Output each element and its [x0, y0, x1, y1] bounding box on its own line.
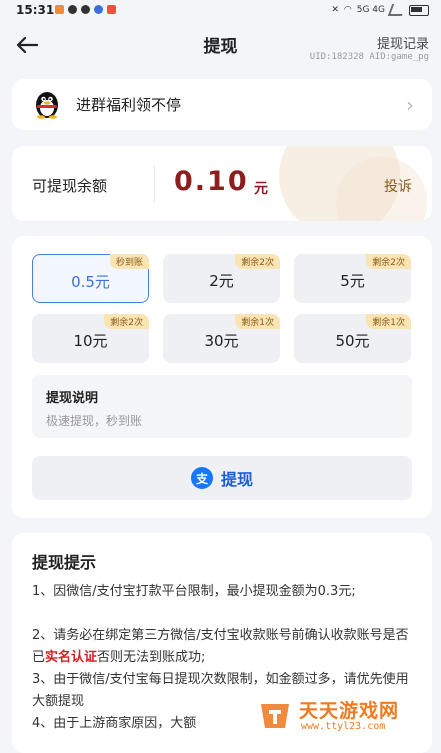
- option-amount: 2元: [209, 272, 234, 290]
- option-amount: 30元: [204, 332, 239, 350]
- divider: [154, 166, 155, 202]
- withdraw-button[interactable]: 支 提现: [32, 456, 412, 500]
- tip-item: 1、因微信/支付宝打款平台限制，最小提现金额为0.3元;: [32, 584, 356, 599]
- explain-desc: 极速提现，秒到账: [46, 414, 143, 428]
- amount-option-30[interactable]: 剩余1次 30元: [163, 314, 280, 363]
- notification-icons: [55, 5, 116, 14]
- watermark-url: www.ttyl23.com: [301, 721, 386, 732]
- wifi-icon: ◠: [343, 5, 352, 15]
- balance-label: 可提现余额: [32, 177, 108, 195]
- balance-card: 可提现余额 0.10 元 投诉: [12, 146, 432, 221]
- balance-amount: 0.10: [174, 166, 249, 197]
- balance-unit: 元: [254, 181, 268, 197]
- uid-label: UID:182328 AID:game_pg: [309, 52, 429, 62]
- amount-option-5[interactable]: 剩余2次 5元: [294, 254, 411, 303]
- tip-highlight: 实名认证: [45, 650, 98, 665]
- qq-penguin-icon: [36, 92, 58, 119]
- chat-icon: [81, 5, 90, 14]
- amount-option-2[interactable]: 剩余2次 2元: [163, 254, 280, 303]
- bell-icon: [68, 5, 77, 14]
- complaint-link[interactable]: 投诉: [384, 176, 412, 196]
- signal-icon: [387, 4, 407, 16]
- option-amount: 5元: [340, 272, 365, 290]
- group-banner-text: 进群福利领不停: [76, 96, 182, 114]
- option-amount: 50元: [335, 332, 370, 350]
- withdraw-explanation: 提现说明 极速提现，秒到账: [32, 375, 412, 438]
- amount-option-10[interactable]: 剩余2次 10元: [32, 314, 149, 363]
- status-time: 15:31: [16, 3, 55, 17]
- mute-icon: ✕: [331, 5, 339, 15]
- battery-icon: [409, 4, 429, 16]
- option-tag: 剩余2次: [104, 314, 149, 329]
- site-watermark: 天天游戏网 www.ttyl23.com: [257, 690, 441, 742]
- mail-icon: [107, 5, 116, 14]
- network-label: 5G 4G: [356, 5, 385, 15]
- status-bar: 15:31 ✕ ◠ 5G 4G: [0, 0, 441, 22]
- tip-text: 否则无法到账成功;: [97, 650, 206, 665]
- watermark-logo-icon: [261, 704, 289, 728]
- watermark-title: 天天游戏网: [299, 700, 400, 722]
- option-tag: 秒到账: [109, 254, 149, 269]
- withdraw-options-card: 秒到账 0.5元 剩余2次 2元 剩余2次 5元 剩余2次 10元 剩余1次 3…: [12, 236, 432, 518]
- option-tag: 剩余1次: [235, 314, 280, 329]
- amount-option-50[interactable]: 剩余1次 50元: [294, 314, 411, 363]
- tip-item: 2、请务必在绑定第三方微信/支付宝收款账号前确认收款账号是否已实名认证否则无法到…: [32, 625, 417, 669]
- option-tag: 剩余2次: [235, 254, 280, 269]
- alipay-icon: 支: [190, 467, 213, 489]
- option-tag: 剩余2次: [366, 254, 411, 269]
- group-banner[interactable]: 进群福利领不停 ›: [12, 79, 432, 130]
- withdraw-button-label: 提现: [220, 470, 253, 489]
- app-dot-icon: [94, 5, 103, 14]
- explain-title: 提现说明: [46, 391, 99, 406]
- option-tag: 剩余1次: [366, 314, 411, 329]
- option-amount: 0.5元: [71, 273, 110, 291]
- tips-title: 提现提示: [32, 553, 97, 572]
- status-indicators: ✕ ◠ 5G 4G: [331, 4, 429, 16]
- chevron-right-icon: ›: [406, 93, 414, 117]
- withdraw-history-link[interactable]: 提现记录: [377, 33, 429, 52]
- nav-bar: 提现 提现记录 UID:182328 AID:game_pg: [0, 22, 441, 70]
- app-notification-icon: [55, 5, 64, 14]
- option-amount: 10元: [73, 332, 108, 350]
- amount-option-0-5[interactable]: 秒到账 0.5元: [32, 254, 149, 303]
